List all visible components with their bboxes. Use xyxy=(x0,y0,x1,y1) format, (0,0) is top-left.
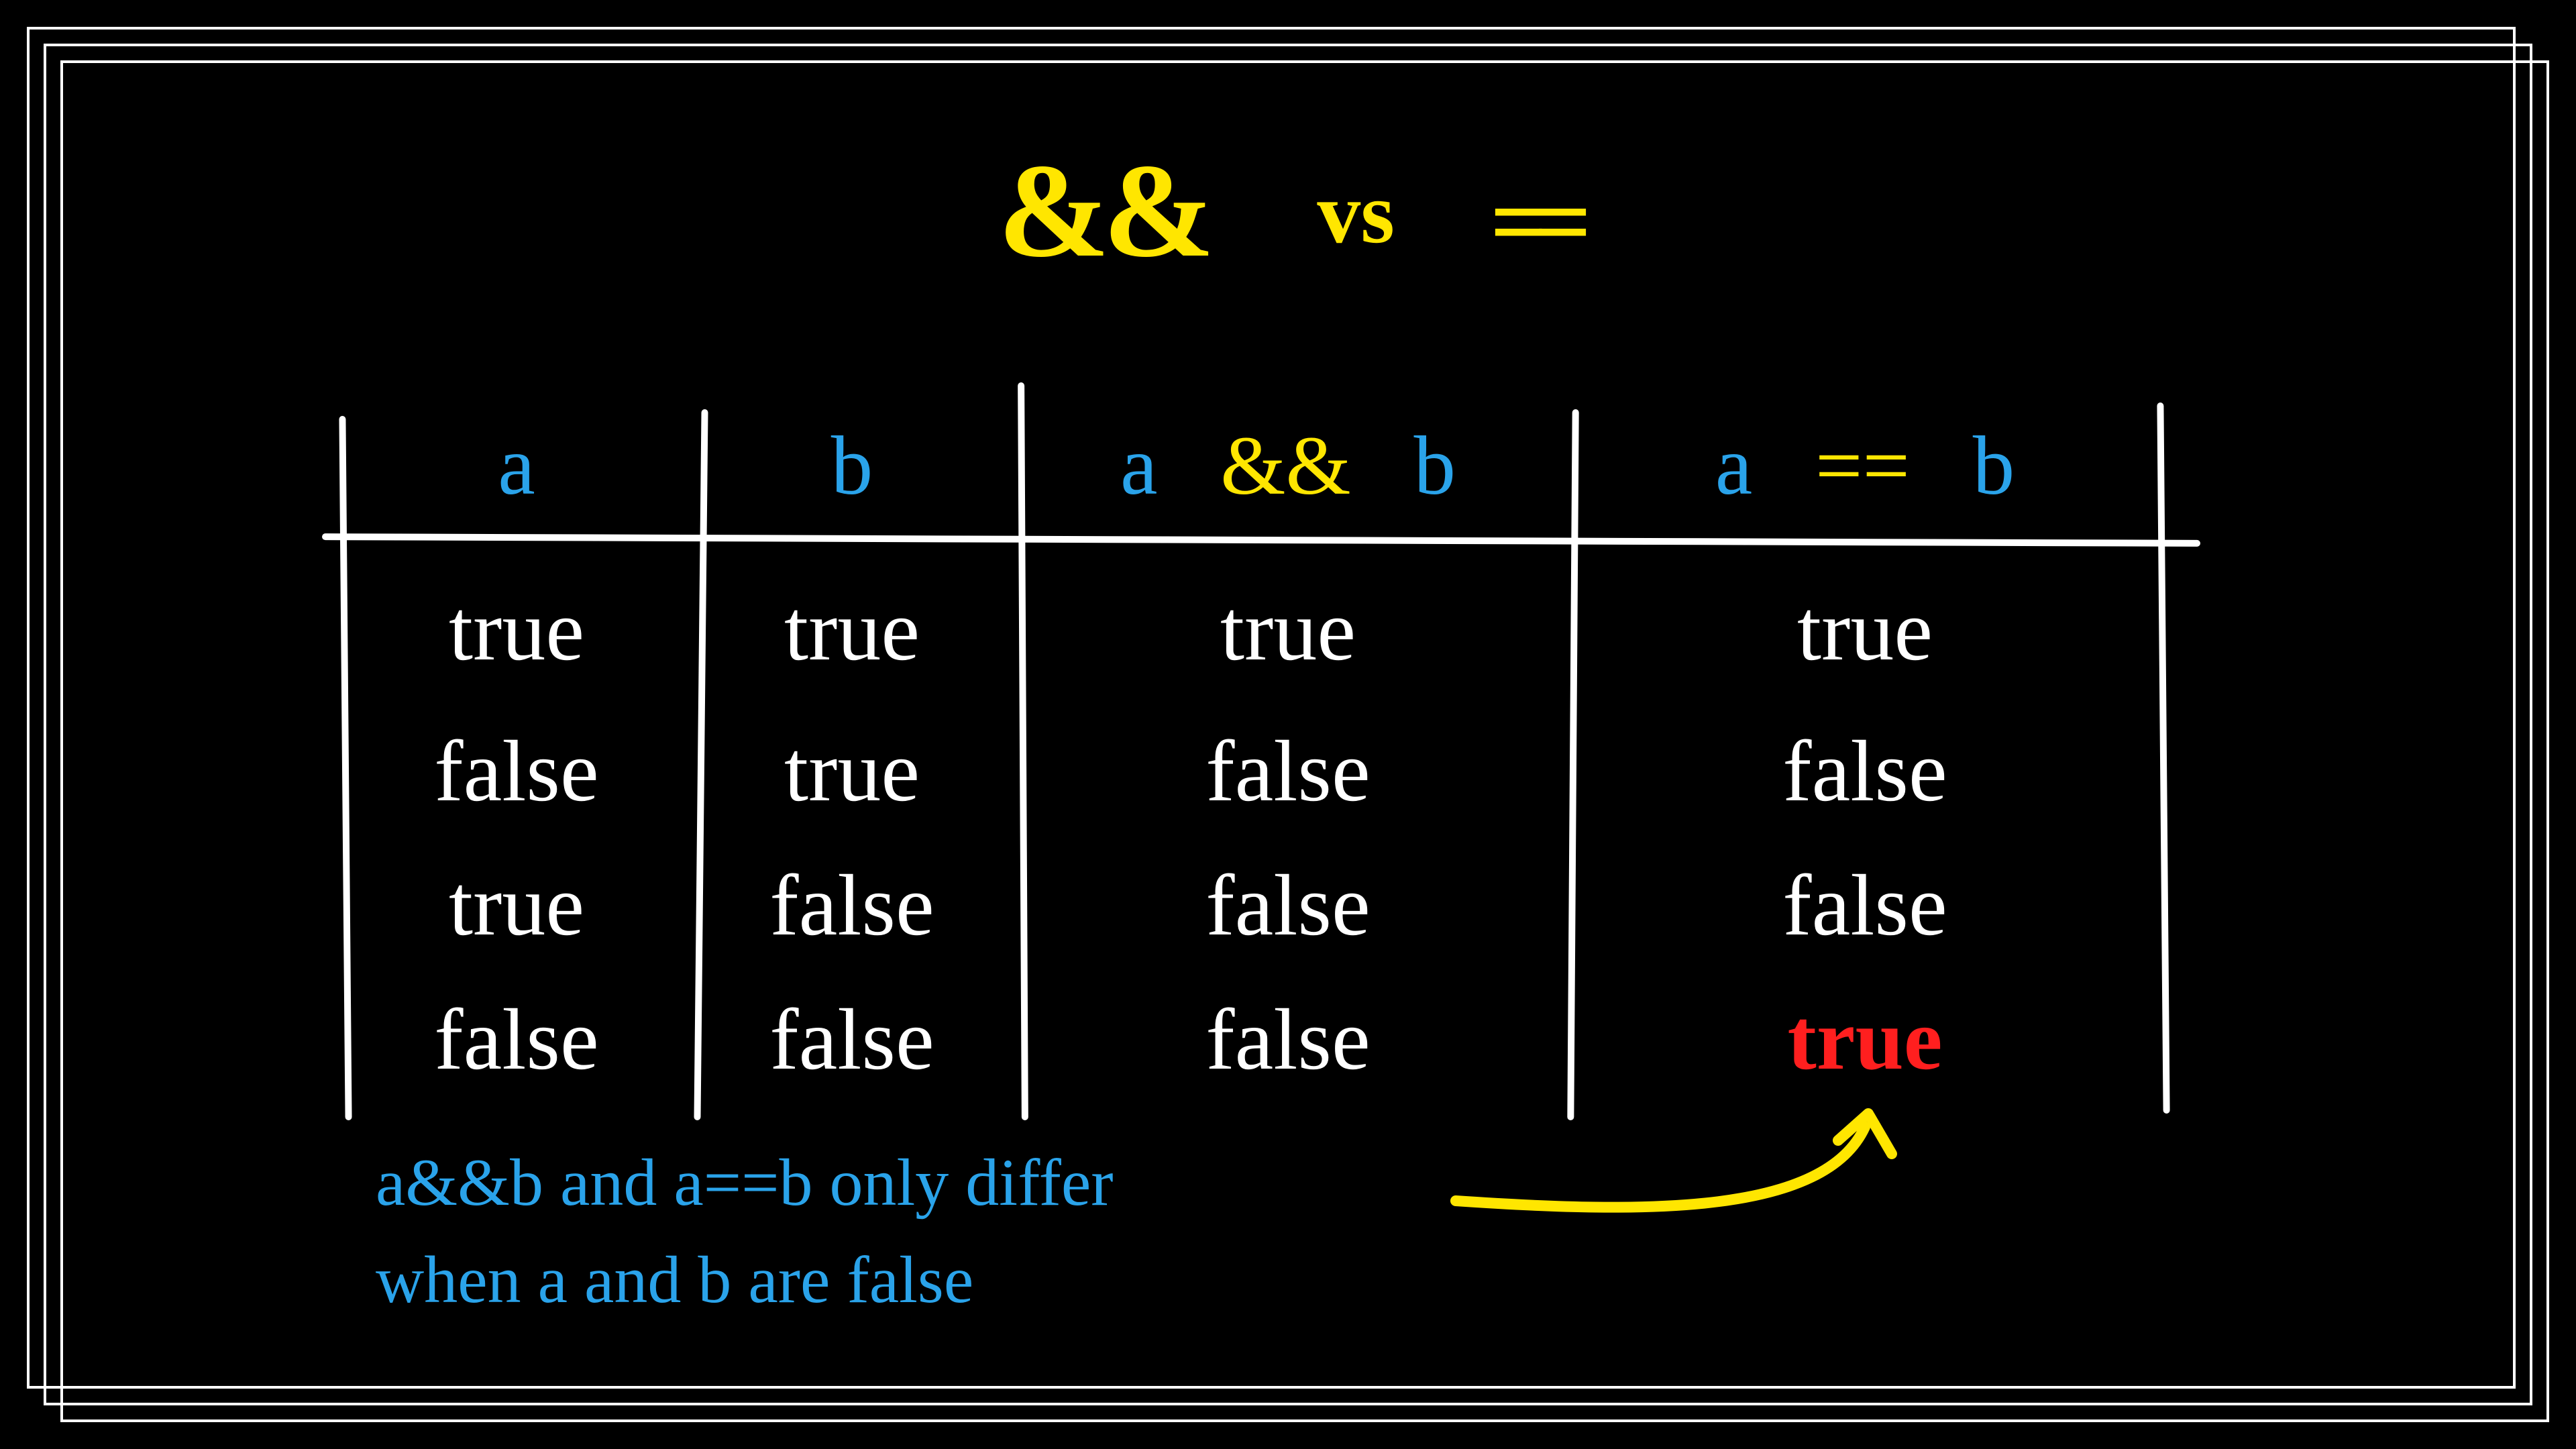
cell-a: false xyxy=(342,704,691,839)
header-a-and-b: a && b xyxy=(1013,402,1563,530)
footnote: a&&b and a==b only differ when a and b a… xyxy=(376,1134,1516,1328)
header-a-label: a xyxy=(498,420,535,513)
arrow-icon xyxy=(1449,1080,1945,1248)
title-equals-operator: == xyxy=(1490,166,1578,278)
cell-eq: false xyxy=(1563,839,2167,973)
cell-eq: false xyxy=(1563,704,2167,839)
footnote-line-2: when a and b are false xyxy=(376,1231,1516,1328)
cell-b: false xyxy=(691,973,1013,1107)
cell-b: true xyxy=(691,704,1013,839)
whiteboard: && vs == a b a && b a == xyxy=(0,0,2576,1449)
footnote-line-1: a&&b and a==b only differ xyxy=(376,1134,1516,1231)
cell-and: false xyxy=(1013,839,1563,973)
cell-and: false xyxy=(1013,704,1563,839)
header-b: b xyxy=(691,402,1013,530)
truth-table: a b a && b a == b true true true true fa… xyxy=(342,402,2167,1114)
header-eq-op: == xyxy=(1815,420,1910,513)
cell-eq: true xyxy=(1563,564,2167,698)
header-b-label: b xyxy=(831,420,873,513)
title-vs: vs xyxy=(1317,165,1395,262)
cell-a: false xyxy=(342,973,691,1107)
cell-and: true xyxy=(1013,564,1563,698)
title-and-operator: && xyxy=(998,137,1208,285)
cell-b: true xyxy=(691,564,1013,698)
header-eq-b: b xyxy=(1973,420,2015,513)
table-line xyxy=(322,533,2200,547)
cell-b: false xyxy=(691,839,1013,973)
cell-a: true xyxy=(342,564,691,698)
header-eq-a: a xyxy=(1715,420,1752,513)
cell-a: true xyxy=(342,839,691,973)
diagram-title: && vs == xyxy=(0,134,2576,288)
header-a-eq-b: a == b xyxy=(1563,402,2167,530)
header-and-b: b xyxy=(1413,420,1456,513)
header-a: a xyxy=(342,402,691,530)
header-and-op: && xyxy=(1220,420,1350,513)
header-and-a: a xyxy=(1120,420,1157,513)
